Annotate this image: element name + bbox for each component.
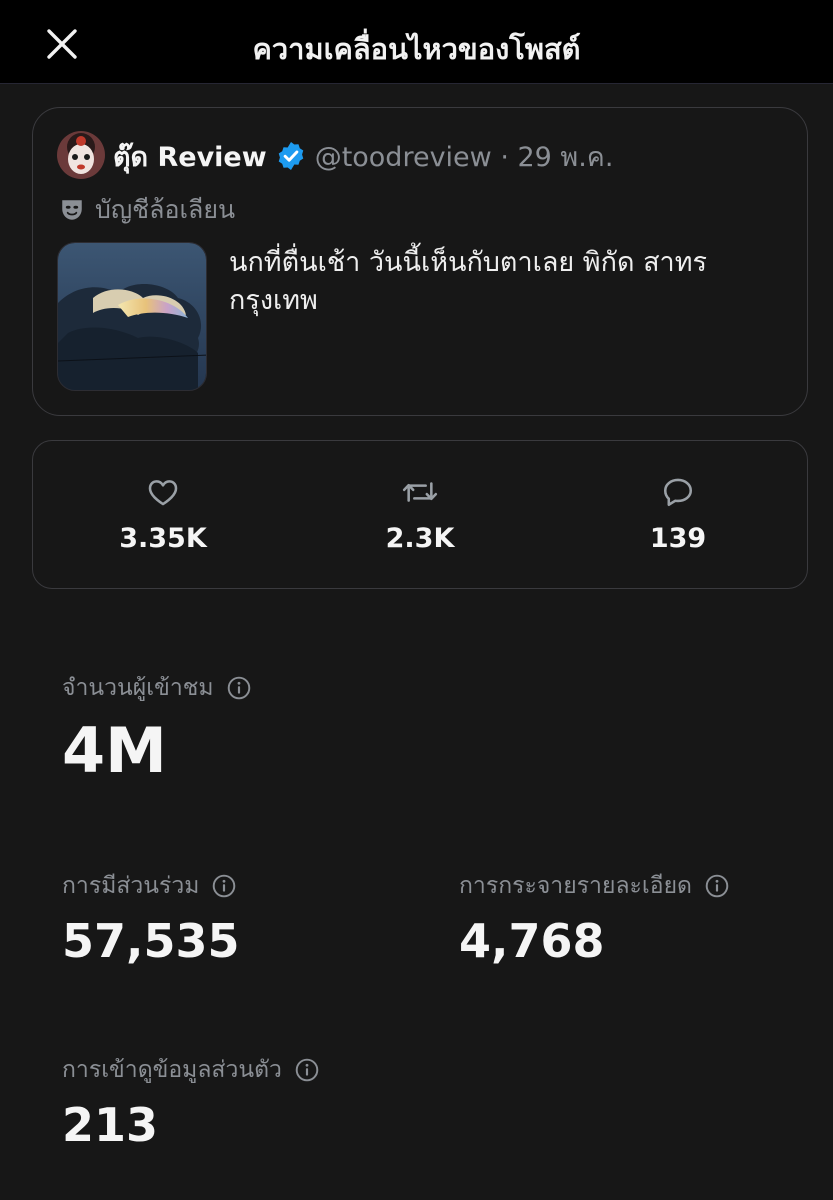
engagements-label: การมีส่วนร่วม — [62, 873, 200, 899]
likes-stat[interactable]: 3.35K — [73, 475, 253, 554]
info-icon[interactable] — [226, 675, 252, 701]
heart-icon — [148, 480, 178, 506]
post-text: นกที่ตื่นเช้า วันนี้เห็นกับตาเลย พิกัด ส… — [229, 244, 749, 320]
post-text-line-1: นกที่ตื่นเช้า วันนี้เห็นกับตาเลย พิกัด ส… — [229, 247, 708, 278]
post-image-thumbnail[interactable] — [57, 242, 207, 391]
post-preview-card[interactable]: ตุ๊ด Review @toodreview · 29 พ.ค. บัญชีล… — [32, 107, 808, 416]
page-title: ความเคลื่อนไหวของโพสต์ — [252, 32, 581, 66]
engagement-stats-card: 3.35K 2.3K 139 — [32, 440, 808, 589]
replies-stat[interactable]: 139 — [588, 475, 768, 554]
repost-icon — [402, 482, 438, 502]
reply-bubble-icon — [663, 478, 693, 507]
replies-count: 139 — [649, 523, 707, 554]
parody-mask-icon — [62, 200, 82, 220]
detail-expands-metric: การกระจายรายละเอียด 4,768 — [459, 868, 730, 968]
author-name[interactable]: ตุ๊ด Review — [113, 135, 267, 178]
impressions-value: 4M — [62, 714, 167, 787]
top-bar: ความเคลื่อนไหวของโพสต์ — [0, 0, 833, 84]
avatar[interactable] — [57, 131, 105, 179]
profile-visits-label: การเข้าดูข้อมูลส่วนตัว — [62, 1057, 282, 1083]
impressions-metric: จำนวนผู้เข้าชม 4M — [62, 670, 252, 786]
handle-and-date: @toodreview · 29 พ.ค. — [314, 141, 614, 173]
profile-visits-metric: การเข้าดูข้อมูลส่วนตัว 213 — [62, 1052, 320, 1152]
author-row: ตุ๊ด Review @toodreview · 29 พ.ค. — [113, 138, 613, 174]
impressions-label: จำนวนผู้เข้าชม — [62, 675, 214, 701]
parody-account-label: บัญชีล้อเลียน — [59, 190, 235, 230]
post-text-line-2: กรุงเทพ — [229, 285, 318, 316]
engagements-metric: การมีส่วนร่วม 57,535 — [62, 868, 240, 968]
info-icon[interactable] — [211, 873, 237, 899]
profile-visits-value: 213 — [62, 1098, 159, 1152]
likes-count: 3.35K — [119, 523, 207, 554]
detail-expands-value: 4,768 — [459, 914, 605, 968]
detail-expands-label: การกระจายรายละเอียด — [459, 873, 692, 899]
reposts-stat[interactable]: 2.3K — [330, 475, 510, 554]
verified-badge-icon — [275, 140, 307, 172]
engagements-value: 57,535 — [62, 914, 240, 968]
info-icon[interactable] — [294, 1057, 320, 1083]
reposts-count: 2.3K — [385, 523, 455, 554]
parody-label-text: บัญชีล้อเลียน — [95, 195, 236, 224]
info-icon[interactable] — [704, 873, 730, 899]
